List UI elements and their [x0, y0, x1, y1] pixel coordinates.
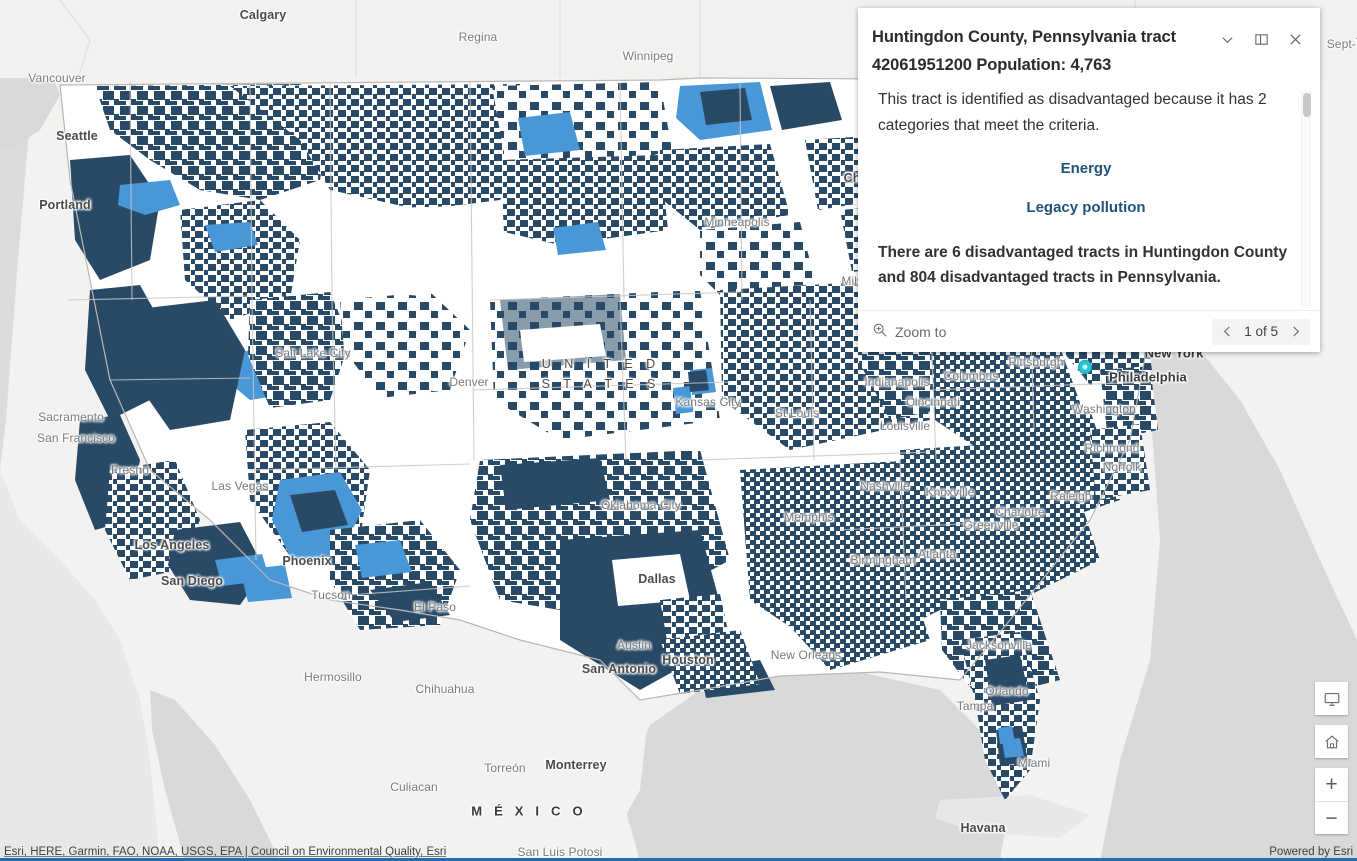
selected-tract-marker [1077, 359, 1093, 375]
popup-title-line2: 42061951200 Population: 4,763 [872, 55, 1112, 74]
powered-by-esri: Powered by Esri [1269, 846, 1353, 858]
popup-scrollbar[interactable] [1301, 91, 1311, 306]
popup-intro-text: This tract is identified as disadvantage… [878, 91, 1267, 134]
popup-title-line1: Huntingdon County, Pennsylvania tract [872, 28, 1177, 46]
popup-title: Huntingdon County, Pennsylvania tract 42… [872, 24, 1208, 79]
zoom-to-button[interactable]: Zoom to [872, 322, 946, 341]
zoom-out-button[interactable]: − [1315, 801, 1348, 834]
chevron-left-icon[interactable] [1218, 322, 1236, 342]
zoom-in-button[interactable]: + [1315, 768, 1348, 801]
attribution-sources[interactable]: Esri, HERE, Garmin, FAO, NOAA, USGS, EPA… [4, 846, 446, 858]
chevron-down-icon[interactable] [1216, 28, 1238, 50]
map-controls: + − [1315, 682, 1348, 844]
popup-scrollbar-thumb[interactable] [1303, 93, 1311, 118]
pager-label: 1 of 5 [1244, 324, 1278, 339]
popup-pager: 1 of 5 [1212, 318, 1310, 345]
close-icon[interactable] [1284, 28, 1306, 50]
popup-actions [1216, 24, 1306, 50]
zoom-control-group: + − [1315, 768, 1348, 834]
home-control-group [1315, 725, 1348, 758]
popup-spacer [878, 216, 1294, 240]
map-application: Calgary Regina Winnipeg Sept-Î Vancouver Seat… [0, 0, 1357, 861]
feature-popup[interactable]: Huntingdon County, Pennsylvania tract 42… [858, 8, 1320, 352]
popup-category-legacy-pollution[interactable]: Legacy pollution [878, 199, 1294, 216]
popup-body[interactable]: This tract is identified as disadvantage… [858, 87, 1320, 310]
zoom-to-label: Zoom to [895, 323, 947, 340]
chevron-right-icon[interactable] [1286, 322, 1304, 342]
popup-scroll-content: This tract is identified as disadvantage… [878, 87, 1294, 310]
screen-icon[interactable] [1315, 682, 1348, 715]
popup-header: Huntingdon County, Pennsylvania tract 42… [858, 8, 1320, 87]
home-icon[interactable] [1315, 725, 1348, 758]
screen-control-group [1315, 682, 1348, 715]
popup-category-energy[interactable]: Energy [878, 160, 1294, 177]
magnifier-plus-icon [872, 322, 888, 341]
popup-footer-text: There are 6 disadvantaged tracts in Hunt… [878, 243, 1288, 286]
popup-footer: Zoom to 1 of 5 [858, 310, 1320, 352]
dock-panel-icon[interactable] [1250, 28, 1272, 50]
